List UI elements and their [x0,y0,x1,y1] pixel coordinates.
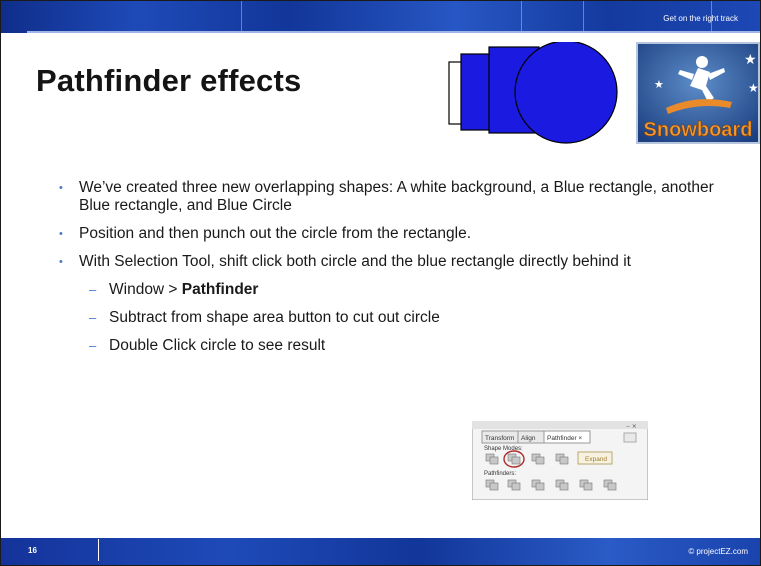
panel-expand-button: Expand [585,456,607,463]
svg-text:★: ★ [654,78,664,91]
pathfinder-panel-screenshot: ‒ × Transform Align Pathfinder × Shape M… [472,421,648,500]
sub-bullet-item: – Window > Pathfinder [89,281,259,298]
header-underline [27,31,760,33]
overlapping-shapes-illustration [448,42,618,144]
logo-text: Snowboard [644,119,753,141]
snowboard-logo: ★ ★ ★ Snowboard [636,42,760,144]
slide-title: Pathfinder effects [36,63,302,98]
bullet-item: Position and then punch out the circle f… [59,225,719,243]
footer-divider [98,539,99,561]
footer-bar [1,538,760,565]
sub-bullet-item: – Subtract from shape area button to cut … [89,309,440,326]
panel-tab-align: Align [521,435,536,442]
panel-pathfinders-label: Pathfinders: [484,471,516,477]
blue-circle [514,42,618,144]
bullet-item: We’ve created three new overlapping shap… [59,179,719,215]
svg-text:‒ ×: ‒ × [626,423,637,430]
sub-bullet-prefix: Window > [109,281,182,298]
bullet-item: With Selection Tool, shift click both ci… [59,253,719,271]
sub-bullet-bold: Pathfinder [181,281,259,298]
page-number: 16 [28,546,37,555]
sub-bullet-item: – Double Click circle to see result [89,337,326,354]
footer-copyright: © projectEZ.com [688,547,748,556]
slide: Get on the right track Pathfinder effect… [0,0,761,566]
svg-text:★: ★ [744,52,757,68]
svg-text:★: ★ [748,81,759,95]
bullet-list: We’ve created three new overlapping shap… [59,179,719,365]
panel-tab-transform: Transform [485,435,514,442]
header-tagline: Get on the right track [663,14,738,23]
tagline-box: Get on the right track [583,1,760,27]
panel-tab-pathfinder: Pathfinder × [547,435,582,442]
